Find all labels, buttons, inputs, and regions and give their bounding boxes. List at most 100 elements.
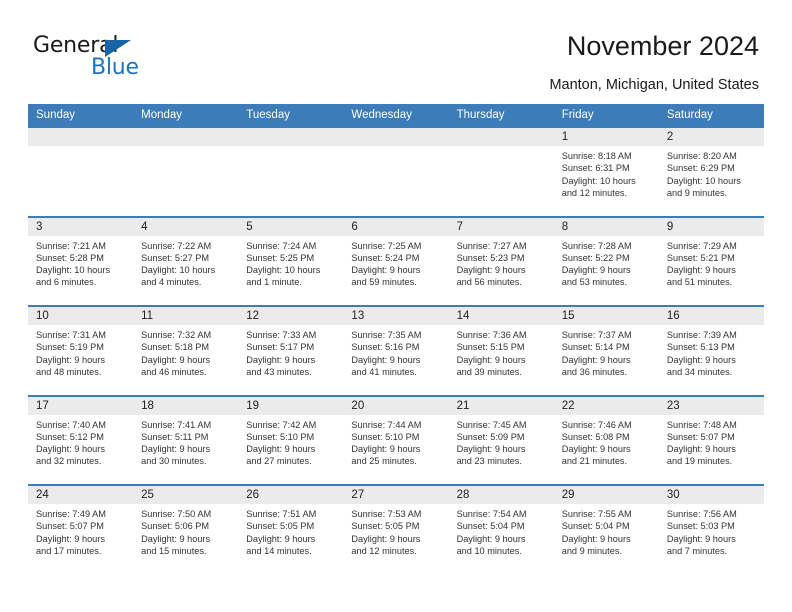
sunrise-text: Sunrise: 7:50 AM bbox=[141, 509, 212, 519]
sunrise-text: Sunrise: 7:29 AM bbox=[666, 240, 737, 251]
daylight-text-line2: and 59 minutes. bbox=[351, 277, 417, 288]
calendar-day-cell[interactable]: 23 Sunrise: 7:48 AM Sunset: 5:07 PM Dayligh… bbox=[658, 396, 764, 485]
sunset-text: Sunset: 5:27 PM bbox=[141, 252, 210, 263]
calendar-day-cell[interactable]: 1 Sunrise: 8:18 AM Sunset: 6:31 PM Daylight… bbox=[553, 128, 659, 216]
day-sun-info: Sunrise: 7:40 AM Sunset: 5:12 PM Daylight:… bbox=[28, 415, 133, 468]
sunset-text: Sunset: 5:25 PM bbox=[246, 252, 315, 263]
day-number: 2 bbox=[666, 131, 674, 143]
daylight-text-line1: Daylight: 9 hours bbox=[456, 444, 526, 455]
calendar-day-cell[interactable]: 14 Sunrise: 7:36 AM Sunset: 5:15 PM Dayligh… bbox=[448, 307, 554, 395]
weekday-header-sunday: Sunday bbox=[36, 109, 76, 121]
calendar-day-cell[interactable]: 11 Sunrise: 7:32 AM Sunset: 5:18 PM Dayligh… bbox=[133, 307, 239, 395]
daylight-text-line2: and 19 minutes. bbox=[666, 456, 733, 467]
calendar-day-cell[interactable]: 4 Sunrise: 7:22 AM Sunset: 5:27 PM Daylight… bbox=[133, 217, 239, 306]
day-sun-info: Sunrise: 7:53 AM Sunset: 5:05 PM Daylight:… bbox=[343, 504, 448, 557]
calendar-day-cell-empty bbox=[448, 128, 554, 216]
sunset-text: Sunset: 5:08 PM bbox=[561, 431, 630, 442]
calendar-day-cell[interactable]: 6 Sunrise: 7:25 AM Sunset: 5:24 PM Daylight… bbox=[343, 217, 449, 306]
daylight-text-line1: Daylight: 9 hours bbox=[561, 444, 631, 455]
daylight-text-line1: Daylight: 9 hours bbox=[141, 533, 211, 544]
calendar-day-cell-empty bbox=[28, 128, 134, 216]
page-subtitle: Manton, Michigan, United States bbox=[549, 77, 759, 93]
daylight-text-line2: and 6 minutes. bbox=[36, 277, 97, 288]
calendar-day-cell[interactable]: 30 Sunrise: 7:56 AM Sunset: 5:03 PM Dayligh… bbox=[658, 486, 764, 574]
day-number-band: 16 bbox=[658, 307, 764, 325]
day-number: 22 bbox=[561, 399, 575, 412]
calendar-day-cell[interactable]: 25 Sunrise: 7:50 AM Sunset: 5:06 PM Dayligh… bbox=[133, 486, 239, 574]
sunrise-text: Sunrise: 7:40 AM bbox=[36, 419, 106, 430]
sunset-text: Sunset: 5:22 PM bbox=[561, 252, 630, 263]
sunrise-text: Sunrise: 7:37 AM bbox=[561, 330, 632, 340]
calendar-day-cell[interactable]: 29 Sunrise: 7:55 AM Sunset: 5:04 PM Dayligh… bbox=[553, 486, 659, 574]
daylight-text-line2: and 30 minutes. bbox=[141, 456, 207, 467]
daylight-text-line2: and 7 minutes. bbox=[666, 545, 728, 556]
calendar-day-cell[interactable]: 10 Sunrise: 7:31 AM Sunset: 5:19 PM Dayligh… bbox=[28, 307, 134, 395]
sunset-text: Sunset: 5:28 PM bbox=[36, 252, 104, 263]
calendar-day-cell[interactable]: 26 Sunrise: 7:51 AM Sunset: 5:05 PM Dayligh… bbox=[238, 486, 344, 574]
sunrise-text: Sunrise: 7:25 AM bbox=[351, 240, 422, 251]
calendar-table: Sunday Monday Tuesday Wednesday Thursday… bbox=[28, 104, 764, 574]
calendar-day-cell[interactable]: 22 Sunrise: 7:46 AM Sunset: 5:08 PM Dayligh… bbox=[553, 396, 659, 485]
calendar-day-cell[interactable]: 17 Sunrise: 7:40 AM Sunset: 5:12 PM Dayligh… bbox=[28, 396, 134, 485]
sunset-text: Sunset: 5:10 PM bbox=[351, 431, 420, 442]
calendar-day-cell[interactable]: 2 Sunrise: 8:20 AM Sunset: 6:29 PM Daylight… bbox=[658, 128, 764, 216]
calendar-day-cell[interactable]: 19 Sunrise: 7:42 AM Sunset: 5:10 PM Dayligh… bbox=[238, 396, 344, 485]
day-number: 1 bbox=[561, 131, 569, 143]
calendar-day-cell[interactable]: 3 Sunrise: 7:21 AM Sunset: 5:28 PM Daylight… bbox=[28, 217, 134, 306]
day-sun-info: Sunrise: 7:48 AM Sunset: 5:07 PM Daylight:… bbox=[659, 415, 764, 468]
daylight-text-line1: Daylight: 9 hours bbox=[246, 354, 316, 365]
page-title: November 2024 bbox=[566, 31, 759, 61]
calendar-day-cell[interactable]: 15 Sunrise: 7:37 AM Sunset: 5:14 PM Dayligh… bbox=[553, 307, 659, 395]
sunrise-text: Sunrise: 7:44 AM bbox=[351, 419, 422, 430]
calendar-day-cell[interactable]: 28 Sunrise: 7:54 AM Sunset: 5:04 PM Dayligh… bbox=[448, 486, 554, 574]
calendar-day-cell[interactable]: 13 Sunrise: 7:35 AM Sunset: 5:16 PM Dayligh… bbox=[343, 307, 449, 395]
calendar-day-cell[interactable]: 21 Sunrise: 7:45 AM Sunset: 5:09 PM Dayligh… bbox=[448, 396, 554, 485]
day-number-band: 24 bbox=[28, 486, 134, 504]
calendar-day-cell[interactable]: 9 Sunrise: 7:29 AM Sunset: 5:21 PM Daylight… bbox=[658, 217, 764, 306]
calendar-page: General Blue November 2024 Manton, Michi… bbox=[0, 0, 792, 612]
calendar-day-cell[interactable]: 8 Sunrise: 7:28 AM Sunset: 5:22 PM Daylight… bbox=[553, 217, 659, 306]
day-number-band bbox=[448, 128, 554, 146]
day-number: 17 bbox=[36, 399, 49, 412]
sunset-text: Sunset: 5:16 PM bbox=[351, 342, 420, 353]
daylight-text-line1: Daylight: 9 hours bbox=[351, 265, 421, 276]
weekday-header-thursday: Thursday bbox=[456, 109, 505, 121]
day-number-band: 5 bbox=[238, 217, 344, 236]
sunrise-text: Sunrise: 7:24 AM bbox=[246, 240, 317, 251]
day-number: 26 bbox=[246, 489, 260, 501]
calendar-weeks: 1 Sunrise: 8:18 AM Sunset: 6:31 PM Daylight… bbox=[28, 126, 764, 574]
calendar-day-cell[interactable]: 7 Sunrise: 7:27 AM Sunset: 5:23 PM Daylight… bbox=[448, 217, 554, 306]
day-number: 18 bbox=[141, 399, 154, 412]
day-sun-info: Sunrise: 7:55 AM Sunset: 5:04 PM Daylight:… bbox=[554, 504, 659, 557]
daylight-text-line1: Daylight: 9 hours bbox=[351, 354, 421, 365]
daylight-text-line1: Daylight: 9 hours bbox=[456, 265, 526, 276]
sunset-text: Sunset: 5:24 PM bbox=[351, 252, 420, 263]
day-number-band: 14 bbox=[448, 307, 554, 325]
day-sun-info: Sunrise: 7:39 AM Sunset: 5:13 PM Daylight:… bbox=[659, 325, 764, 378]
day-number-band: 19 bbox=[238, 396, 344, 415]
sunrise-text: Sunrise: 7:55 AM bbox=[561, 509, 632, 519]
day-number-band: 4 bbox=[133, 217, 239, 236]
day-sun-info: Sunrise: 7:56 AM Sunset: 5:03 PM Daylight:… bbox=[659, 504, 764, 557]
calendar-day-cell[interactable]: 12 Sunrise: 7:33 AM Sunset: 5:17 PM Dayligh… bbox=[238, 307, 344, 395]
daylight-text-line1: Daylight: 9 hours bbox=[561, 354, 631, 365]
daylight-text-line1: Daylight: 9 hours bbox=[36, 354, 105, 365]
calendar-day-cell[interactable]: 27 Sunrise: 7:53 AM Sunset: 5:05 PM Dayligh… bbox=[343, 486, 449, 574]
sunset-text: Sunset: 5:11 PM bbox=[141, 431, 209, 442]
sunrise-text: Sunrise: 7:28 AM bbox=[561, 240, 632, 251]
calendar-day-cell[interactable]: 16 Sunrise: 7:39 AM Sunset: 5:13 PM Dayligh… bbox=[658, 307, 764, 395]
daylight-text-line1: Daylight: 9 hours bbox=[141, 444, 211, 455]
day-number: 25 bbox=[141, 489, 154, 501]
calendar-day-cell[interactable]: 24 Sunrise: 7:49 AM Sunset: 5:07 PM Dayligh… bbox=[28, 486, 134, 574]
day-number: 10 bbox=[36, 310, 49, 322]
daylight-text-line1: Daylight: 10 hours bbox=[36, 265, 111, 276]
daylight-text-line2: and 1 minute. bbox=[246, 277, 302, 288]
general-blue-logo[interactable]: General Blue bbox=[33, 33, 203, 81]
calendar-day-cell[interactable]: 18 Sunrise: 7:41 AM Sunset: 5:11 PM Dayligh… bbox=[133, 396, 239, 485]
sunset-text: Sunset: 5:12 PM bbox=[36, 431, 104, 442]
calendar-day-cell[interactable]: 5 Sunrise: 7:24 AM Sunset: 5:25 PM Daylight… bbox=[238, 217, 344, 306]
day-sun-info: Sunrise: 7:24 AM Sunset: 5:25 PM Daylight:… bbox=[238, 236, 343, 289]
day-sun-info: Sunrise: 7:37 AM Sunset: 5:14 PM Daylight:… bbox=[554, 325, 659, 378]
daylight-text-line2: and 9 minutes. bbox=[666, 187, 728, 198]
calendar-day-cell[interactable]: 20 Sunrise: 7:44 AM Sunset: 5:10 PM Dayligh… bbox=[343, 396, 449, 485]
